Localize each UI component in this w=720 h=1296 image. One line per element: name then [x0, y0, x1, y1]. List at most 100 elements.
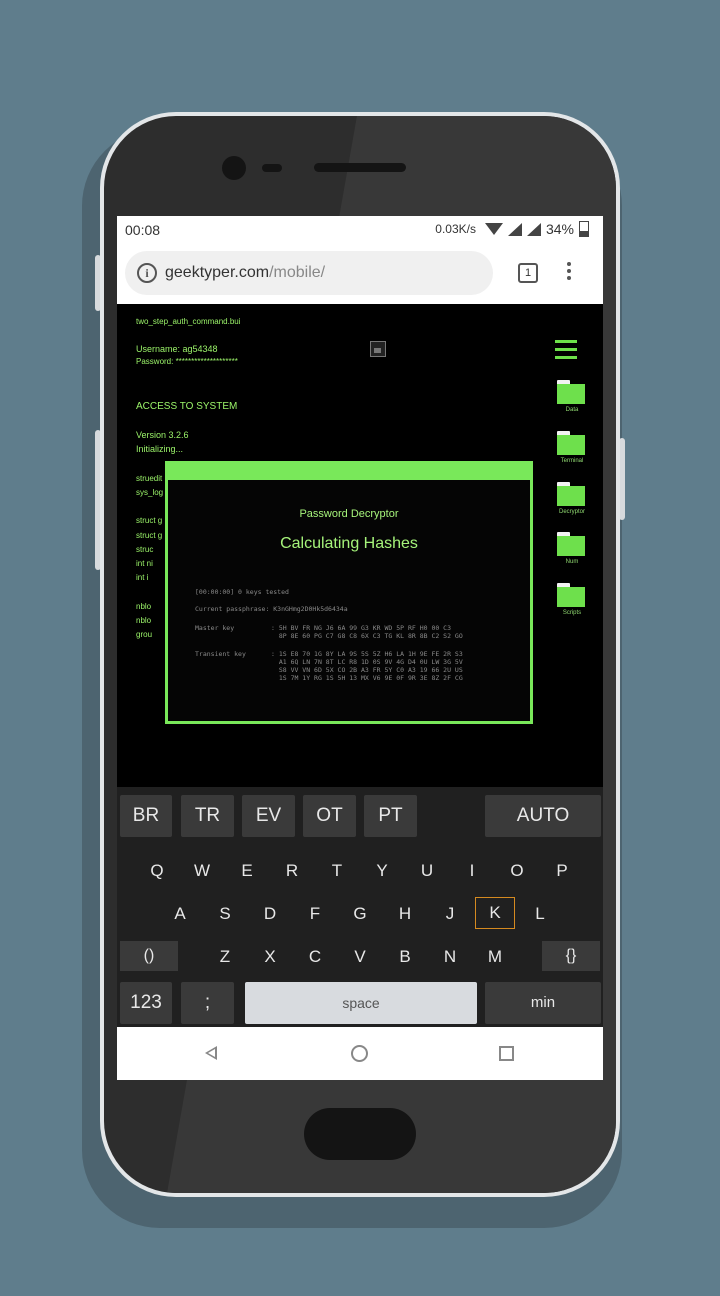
proximity-sensor — [262, 164, 282, 172]
terminal-code-line: struct g — [136, 531, 163, 540]
status-time: 00:08 — [125, 222, 161, 238]
signal-icon-2 — [526, 222, 541, 236]
key-r[interactable]: R — [272, 855, 312, 887]
folder-data[interactable]: Data — [557, 380, 587, 413]
terminal-area[interactable]: two_step_auth_command.bui Username: ag54… — [117, 304, 603, 787]
key-y[interactable]: Y — [362, 855, 402, 887]
password-decryptor-window[interactable]: Password Decryptor Calculating Hashes [0… — [165, 461, 533, 724]
key-n[interactable]: N — [430, 941, 470, 973]
network-speed: 0.03K/s — [435, 222, 476, 236]
url-path: /mobile/ — [269, 264, 326, 281]
key-h[interactable]: H — [385, 898, 425, 930]
android-nav-bar — [117, 1027, 603, 1080]
key-ot[interactable]: OT — [303, 795, 356, 837]
key-br[interactable]: BR — [120, 795, 172, 837]
home-button[interactable] — [304, 1108, 416, 1160]
terminal-code-line: struc — [136, 545, 154, 554]
decryptor-title: Password Decryptor — [299, 508, 399, 520]
folder-label: Data — [565, 407, 579, 413]
key-ev[interactable]: EV — [242, 795, 295, 837]
master-key-row: 8P 8E 60 PG C7 G8 C8 6X C3 TG KL 8R 8B C… — [271, 632, 463, 640]
wifi-icon — [484, 223, 503, 235]
folder-label: Scripts — [562, 610, 582, 616]
terminal-code-line: struct g — [136, 516, 163, 525]
battery-icon — [579, 221, 589, 237]
terminal-code-line: struedit — [136, 474, 163, 483]
url-field[interactable]: i geektyper.com/mobile/ — [125, 251, 493, 295]
key-t[interactable]: T — [317, 855, 357, 887]
key-semicolon[interactable]: ; — [181, 982, 234, 1024]
key-o[interactable]: O — [497, 855, 537, 887]
transient-key-row: S8 VV VN 6D 5X CO 2B A3 FR 5Y C0 A3 19 6… — [271, 666, 463, 674]
terminal-code-line: sys_log — [136, 488, 164, 497]
status-bar: 00:08 0.03K/s 34% — [117, 216, 603, 244]
tab-switcher-icon[interactable]: 1 — [518, 263, 538, 283]
terminal-username: Username: ag54348 — [136, 344, 218, 354]
status-indicators: 0.03K/s 34% — [435, 221, 589, 237]
key-q[interactable]: Q — [137, 855, 177, 887]
folder-label: Terminal — [560, 458, 584, 464]
key-tr[interactable]: TR — [181, 795, 234, 837]
url-text: geektyper.com/mobile/ — [165, 264, 325, 282]
key-s[interactable]: S — [205, 898, 245, 930]
key-b[interactable]: B — [385, 941, 425, 973]
key-a[interactable]: A — [160, 898, 200, 930]
info-icon[interactable]: i — [137, 263, 157, 283]
broken-image-icon — [370, 341, 386, 357]
key-auto[interactable]: AUTO — [485, 795, 601, 837]
terminal-access: ACCESS TO SYSTEM — [136, 401, 238, 412]
current-passphrase: Current passphrase: K3nGHmg2D0Hk5d6434a — [195, 605, 348, 613]
key-123[interactable]: 123 — [120, 982, 172, 1024]
decryptor-status: Calculating Hashes — [280, 535, 418, 552]
key-c[interactable]: C — [295, 941, 335, 973]
folder-num[interactable]: Num — [557, 532, 587, 565]
key-u[interactable]: U — [407, 855, 447, 887]
hacker-keyboard: BR TR EV OT PT AUTO Q W E R T Y U I O P … — [117, 787, 603, 1027]
transient-key-label: Transient key — [195, 650, 246, 658]
key-pt[interactable]: PT — [364, 795, 417, 837]
hamburger-menu-icon[interactable] — [555, 340, 577, 364]
key-f[interactable]: F — [295, 898, 335, 930]
key-k[interactable]: K — [475, 897, 515, 929]
key-x[interactable]: X — [250, 941, 290, 973]
folder-scripts[interactable]: Scripts — [557, 583, 587, 616]
terminal-code-line: int ni — [136, 559, 153, 568]
master-key-row: : 5H BV FR NG J6 6A 99 G3 KR WD 5P RF H0… — [271, 624, 452, 632]
terminal-code-line: int i — [136, 573, 149, 582]
key-min[interactable]: min — [485, 982, 601, 1024]
key-i[interactable]: I — [452, 855, 492, 887]
terminal-code-line: nblo — [136, 602, 152, 611]
key-z[interactable]: Z — [205, 941, 245, 973]
key-e[interactable]: E — [227, 855, 267, 887]
key-p[interactable]: P — [542, 855, 582, 887]
back-icon[interactable] — [205, 1046, 217, 1060]
key-v[interactable]: V — [340, 941, 380, 973]
key-j[interactable]: J — [430, 898, 470, 930]
key-w[interactable]: W — [182, 855, 222, 887]
key-braces[interactable]: {} — [542, 941, 600, 971]
key-parens[interactable]: () — [120, 941, 178, 971]
browser-toolbar: i geektyper.com/mobile/ 1 — [117, 244, 603, 304]
space-bar[interactable]: space — [245, 982, 477, 1024]
terminal-init: Initializing... — [136, 444, 184, 454]
overflow-menu-icon[interactable] — [567, 262, 571, 283]
key-m[interactable]: M — [475, 941, 515, 973]
terminal-password: Password: ******************** — [136, 357, 238, 366]
terminal-filename: two_step_auth_command.bui — [136, 317, 241, 326]
transient-key-row: A1 6Q LN 7N 8T LC R8 1D 0S 9V 4G D4 0U L… — [271, 658, 463, 666]
home-icon[interactable] — [351, 1045, 368, 1062]
key-d[interactable]: D — [250, 898, 290, 930]
folder-label: Decryptor — [558, 509, 585, 515]
keys-tested: [00:00:00] 0 keys tested — [195, 588, 289, 596]
key-g[interactable]: G — [340, 898, 380, 930]
transient-key-row: 1S 7M 1Y RG 1S 5H 13 MX V6 9E 0F 9R 3E 8… — [271, 674, 463, 682]
key-l[interactable]: L — [520, 898, 560, 930]
phone-screen: 00:08 0.03K/s 34% i geektyper.com/mobile… — [117, 216, 603, 1080]
transient-key-row: : 1S E8 70 1G 8Y LA 9S 5S 5Z H6 LA 1H 9E… — [271, 650, 463, 658]
folder-decryptor[interactable]: Decryptor — [557, 482, 587, 515]
front-camera — [222, 156, 246, 180]
folder-terminal[interactable]: Terminal — [557, 431, 587, 464]
recent-apps-icon[interactable] — [499, 1046, 514, 1061]
url-domain: geektyper.com — [165, 264, 270, 281]
terminal-code-line: nblo — [136, 616, 152, 625]
